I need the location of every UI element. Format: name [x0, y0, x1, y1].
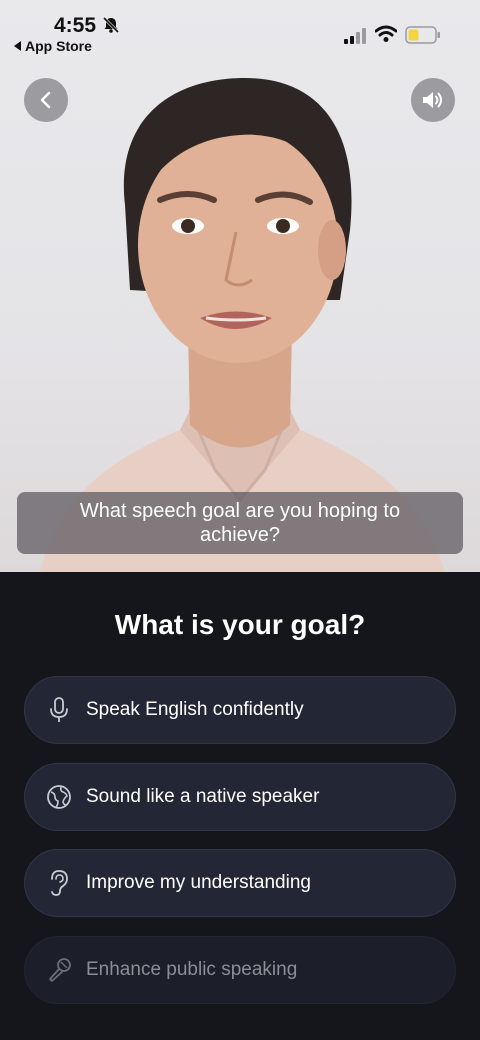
ear-icon	[45, 869, 73, 897]
back-to-app-store[interactable]: App Store	[14, 38, 92, 54]
goal-option-label: Sound like a native speaker	[86, 786, 320, 807]
goal-option-speak-confidently[interactable]: Speak English confidently	[24, 676, 456, 744]
video-caption: What speech goal are you hoping to achie…	[17, 492, 463, 554]
goal-option-public-speaking[interactable]: Enhance public speaking	[24, 936, 456, 1004]
goal-option-improve-understanding[interactable]: Improve my understanding	[24, 849, 456, 917]
chevron-left-icon	[40, 91, 51, 109]
status-time: 4:55	[54, 14, 97, 37]
goal-title: What is your goal?	[114, 609, 366, 640]
bell-off-icon	[102, 16, 120, 34]
cellular-signal-icon	[344, 28, 366, 44]
wifi-icon	[375, 25, 397, 42]
sound-toggle-button[interactable]	[411, 78, 455, 122]
speaker-icon	[423, 92, 442, 108]
back-app-label: App Store	[25, 38, 92, 54]
video-player[interactable]: 4:55 App Store What speech goal are you …	[0, 0, 480, 572]
presenter-video-frame	[40, 78, 445, 572]
back-button[interactable]	[24, 78, 68, 122]
microphone-icon	[45, 696, 73, 724]
battery-icon	[405, 26, 440, 44]
goal-option-label: Speak English confidently	[86, 699, 304, 720]
goal-option-native-speaker[interactable]: Sound like a native speaker	[24, 763, 456, 831]
goal-option-label: Enhance public speaking	[86, 959, 298, 980]
globe-icon	[45, 783, 73, 811]
screen: 4:55 App Store What speech goal are you …	[0, 0, 480, 1040]
handheld-mic-icon	[45, 956, 73, 984]
goal-panel: What is your goal? Speak English confide…	[0, 572, 480, 1040]
goal-option-label: Improve my understanding	[86, 872, 311, 893]
back-triangle-icon	[14, 41, 21, 51]
